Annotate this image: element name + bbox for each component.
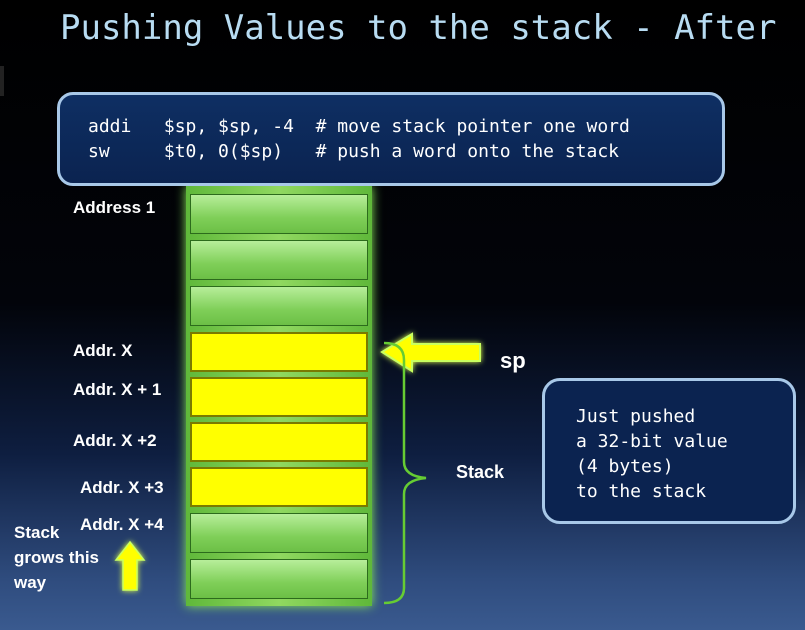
diagram-overlay xyxy=(114,332,481,605)
note-box: Just pushed a 32-bit value (4 bytes) to … xyxy=(542,378,796,524)
stack-grows-label: Stack grows this way xyxy=(14,520,114,595)
note-line-1: Just pushed xyxy=(576,406,696,427)
stack-label: Stack xyxy=(456,462,505,482)
note-line-3: (4 bytes) xyxy=(576,456,674,477)
note-line-2: a 32-bit value xyxy=(576,431,728,452)
grows-line-3: way xyxy=(14,573,47,592)
grows-up-arrow-icon xyxy=(114,540,146,591)
sp-label: sp xyxy=(500,348,526,373)
note-line-4: to the stack xyxy=(576,481,707,502)
stack-brace xyxy=(383,341,427,605)
grows-line-1: Stack xyxy=(14,523,60,542)
sp-arrow-icon xyxy=(380,332,481,373)
grows-line-2: grows this xyxy=(14,548,100,567)
